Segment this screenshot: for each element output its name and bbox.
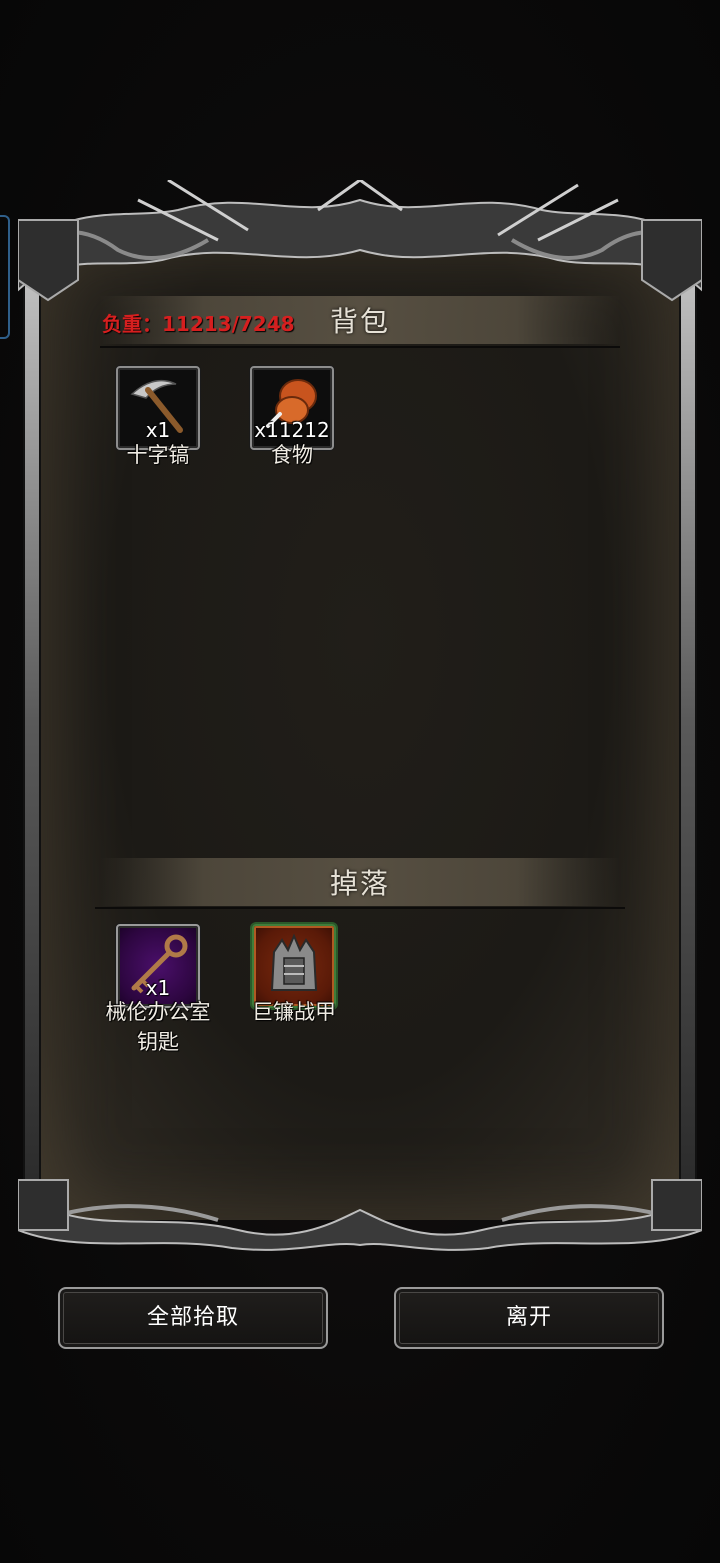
drop-item-key[interactable]: x1 <box>116 924 200 1008</box>
backpack-item-pickaxe[interactable]: x1 <box>116 366 200 450</box>
item-name-line1: 械伦办公室 <box>105 1000 211 1024</box>
item-slot-frame <box>252 924 336 1008</box>
loot-screen: 负重：11213/7248 背包 x1 十字镐 x11212 食物 掉落 x1 … <box>0 0 720 1563</box>
item-name-line1: 巨镰战甲 <box>252 1000 336 1024</box>
item-name: 十字镐 <box>126 443 190 467</box>
side-tab-edge[interactable] <box>0 215 10 339</box>
item-name: 食物 <box>271 443 313 467</box>
item-name-line2: 钥匙 <box>137 1030 179 1054</box>
pick-all-label: 全部拾取 <box>146 1305 239 1330</box>
backpack-divider <box>100 346 620 348</box>
backpack-item-food[interactable]: x11212 <box>250 366 334 450</box>
item-name: 巨镰战甲 <box>224 997 364 1027</box>
spiked-armor-icon <box>270 933 318 991</box>
leave-label: 离开 <box>505 1305 552 1330</box>
item-name: 械伦办公室 钥匙 <box>88 997 228 1057</box>
backpack-title: 背包 <box>329 305 390 338</box>
item-quantity: x1 <box>145 418 171 442</box>
weight-label: 负重：11213/7248 <box>102 312 295 336</box>
drops-title: 掉落 <box>329 867 390 900</box>
drop-item-armor[interactable] <box>252 924 336 1008</box>
drops-divider <box>95 907 625 909</box>
item-quantity: x11212 <box>254 418 330 442</box>
leave-button[interactable]: 离开 <box>394 1287 664 1349</box>
pick-all-button[interactable]: 全部拾取 <box>58 1287 328 1349</box>
